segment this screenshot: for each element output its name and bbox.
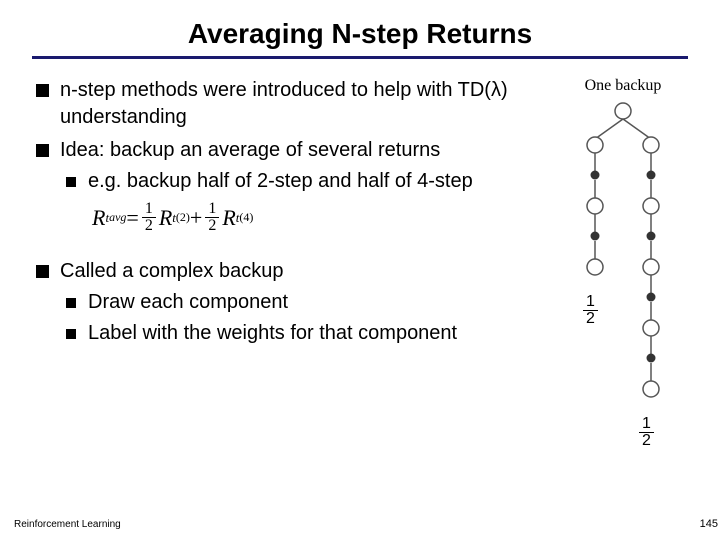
slide-title: Averaging N-step Returns — [32, 18, 688, 50]
eq-lhs-sup: avg — [109, 209, 126, 225]
bullet-3a: Draw each component — [60, 289, 558, 316]
diagram-weight-right-num: 1 — [639, 416, 654, 433]
diagram-weight-right: 1 2 — [639, 416, 654, 449]
content-area: n-step methods were introduced to help w… — [32, 77, 688, 353]
diagram-label: One backup — [558, 77, 688, 95]
eq-t2-sym: R — [222, 203, 235, 233]
title-rule — [32, 56, 688, 59]
bullet-2-text: Idea: backup an average of several retur… — [60, 139, 440, 161]
backup-diagram-svg — [563, 99, 683, 429]
bullet-3-text: Called a complex backup — [60, 260, 283, 282]
eq-t1-sup: (2) — [176, 209, 190, 225]
diagram-weight-left: 1 2 — [583, 294, 598, 327]
eq-frac2-num: 1 — [205, 201, 219, 218]
eq-frac1-num: 1 — [142, 201, 156, 218]
bullet-3b: Label with the weights for that componen… — [60, 320, 558, 347]
footer-left: Reinforcement Learning — [14, 519, 121, 530]
footer-page-number: 145 — [700, 518, 718, 530]
bullet-column: n-step methods were introduced to help w… — [32, 77, 558, 353]
eq-t2-sup: (4) — [239, 209, 253, 225]
eq-lhs-sym: R — [92, 203, 105, 233]
eq-frac1: 12 — [142, 201, 156, 234]
bullet-1: n-step methods were introduced to help w… — [32, 77, 558, 131]
diagram-weight-left-num: 1 — [583, 294, 598, 311]
eq-plus: + — [190, 203, 202, 233]
backup-diagram: One backup — [558, 77, 688, 294]
bullet-2a: e.g. backup half of 2-step and half of 4… — [60, 168, 558, 195]
diagram-weight-right-den: 2 — [639, 433, 654, 449]
eq-frac2: 12 — [205, 201, 219, 234]
eq-frac1-den: 2 — [142, 218, 156, 234]
bullet-3: Called a complex backup Draw each compon… — [32, 258, 558, 347]
diagram-weight-left-den: 2 — [583, 311, 598, 327]
eq-t1-sym: R — [159, 203, 172, 233]
bullet-2: Idea: backup an average of several retur… — [32, 137, 558, 195]
eq-equals: = — [126, 203, 138, 233]
eq-frac2-den: 2 — [205, 218, 219, 234]
equation: Rtavg = 12 Rt(2) + 12 Rt(4) — [92, 201, 558, 234]
